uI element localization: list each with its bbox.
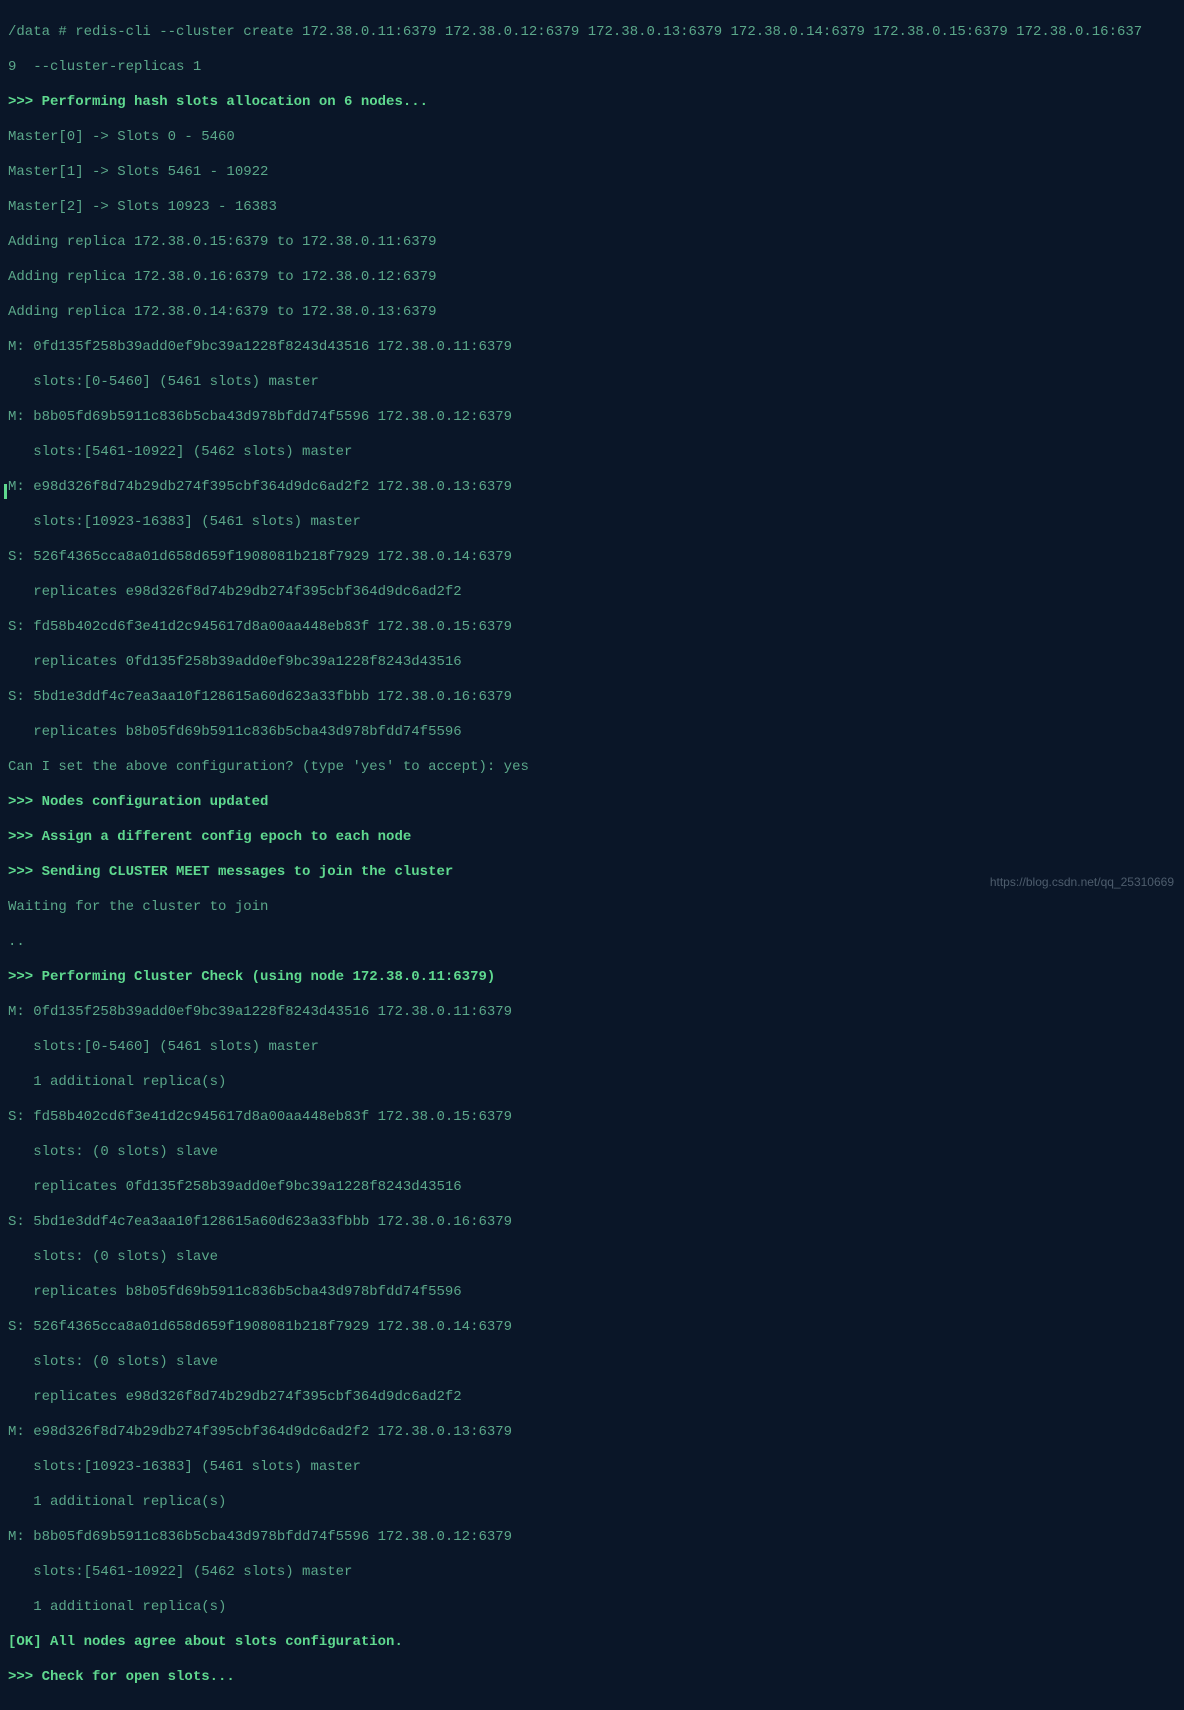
node-s1-rep: replicates e98d326f8d74b29db274f395cbf36…	[8, 584, 1176, 602]
master-1: Master[1] -> Slots 5461 - 10922	[8, 164, 1176, 182]
terminal-output[interactable]: /data # redis-cli --cluster create 172.3…	[0, 0, 1184, 1710]
replica-add-3: Adding replica 172.38.0.14:6379 to 172.3…	[8, 304, 1176, 322]
node-m2: M: b8b05fd69b5911c836b5cba43d978bfdd74f5…	[8, 409, 1176, 427]
check-s2-slots: slots: (0 slots) slave	[8, 1249, 1176, 1267]
check-m1-slots: slots:[0-5460] (5461 slots) master	[8, 1039, 1176, 1057]
node-s1: S: 526f4365cca8a01d658d659f1908081b218f7…	[8, 549, 1176, 567]
check-s1-rep: replicates 0fd135f258b39add0ef9bc39a1228…	[8, 1179, 1176, 1197]
node-m3-slots: slots:[10923-16383] (5461 slots) master	[8, 514, 1176, 532]
header-hash-slots: >>> Performing hash slots allocation on …	[8, 94, 1176, 112]
check-m1: M: 0fd135f258b39add0ef9bc39a1228f8243d43…	[8, 1004, 1176, 1022]
check-m3-rep: 1 additional replica(s)	[8, 1494, 1176, 1512]
node-m1: M: 0fd135f258b39add0ef9bc39a1228f8243d43…	[8, 339, 1176, 357]
check-m2-slots: slots:[5461-10922] (5462 slots) master	[8, 1564, 1176, 1582]
ok-slots-config: [OK] All nodes agree about slots configu…	[8, 1634, 1176, 1652]
node-s2-rep: replicates 0fd135f258b39add0ef9bc39a1228…	[8, 654, 1176, 672]
check-m1-rep: 1 additional replica(s)	[8, 1074, 1176, 1092]
master-2: Master[2] -> Slots 10923 - 16383	[8, 199, 1176, 217]
node-s3-rep: replicates b8b05fd69b5911c836b5cba43d978…	[8, 724, 1176, 742]
check-m3: M: e98d326f8d74b29db274f395cbf364d9dc6ad…	[8, 1424, 1176, 1442]
check-s3-slots: slots: (0 slots) slave	[8, 1354, 1176, 1372]
check-m3-slots: slots:[10923-16383] (5461 slots) master	[8, 1459, 1176, 1477]
terminal-cursor	[4, 484, 7, 499]
header-open-slots: >>> Check for open slots...	[8, 1669, 1176, 1687]
node-s2: S: fd58b402cd6f3e41d2c945617d8a00aa448eb…	[8, 619, 1176, 637]
check-s3: S: 526f4365cca8a01d658d659f1908081b218f7…	[8, 1319, 1176, 1337]
dots: ..	[8, 934, 1176, 952]
node-m2-slots: slots:[5461-10922] (5462 slots) master	[8, 444, 1176, 462]
check-s3-rep: replicates e98d326f8d74b29db274f395cbf36…	[8, 1389, 1176, 1407]
node-m1-slots: slots:[0-5460] (5461 slots) master	[8, 374, 1176, 392]
replica-add-1: Adding replica 172.38.0.15:6379 to 172.3…	[8, 234, 1176, 252]
header-config-epoch: >>> Assign a different config epoch to e…	[8, 829, 1176, 847]
check-s2: S: 5bd1e3ddf4c7ea3aa10f128615a60d623a33f…	[8, 1214, 1176, 1232]
header-cluster-check: >>> Performing Cluster Check (using node…	[8, 969, 1176, 987]
check-m2: M: b8b05fd69b5911c836b5cba43d978bfdd74f5…	[8, 1529, 1176, 1547]
confirm-prompt: Can I set the above configuration? (type…	[8, 759, 1176, 777]
master-0: Master[0] -> Slots 0 - 5460	[8, 129, 1176, 147]
node-s3: S: 5bd1e3ddf4c7ea3aa10f128615a60d623a33f…	[8, 689, 1176, 707]
header-config-updated: >>> Nodes configuration updated	[8, 794, 1176, 812]
check-m2-rep: 1 additional replica(s)	[8, 1599, 1176, 1617]
node-m3: M: e98d326f8d74b29db274f395cbf364d9dc6ad…	[8, 479, 1176, 497]
command-line: /data # redis-cli --cluster create 172.3…	[8, 24, 1176, 42]
waiting: Waiting for the cluster to join	[8, 899, 1176, 917]
replica-add-2: Adding replica 172.38.0.16:6379 to 172.3…	[8, 269, 1176, 287]
command-line-2: 9 --cluster-replicas 1	[8, 59, 1176, 77]
watermark-text: https://blog.csdn.net/qq_25310669	[990, 875, 1174, 890]
check-s2-rep: replicates b8b05fd69b5911c836b5cba43d978…	[8, 1284, 1176, 1302]
check-s1-slots: slots: (0 slots) slave	[8, 1144, 1176, 1162]
check-s1: S: fd58b402cd6f3e41d2c945617d8a00aa448eb…	[8, 1109, 1176, 1127]
